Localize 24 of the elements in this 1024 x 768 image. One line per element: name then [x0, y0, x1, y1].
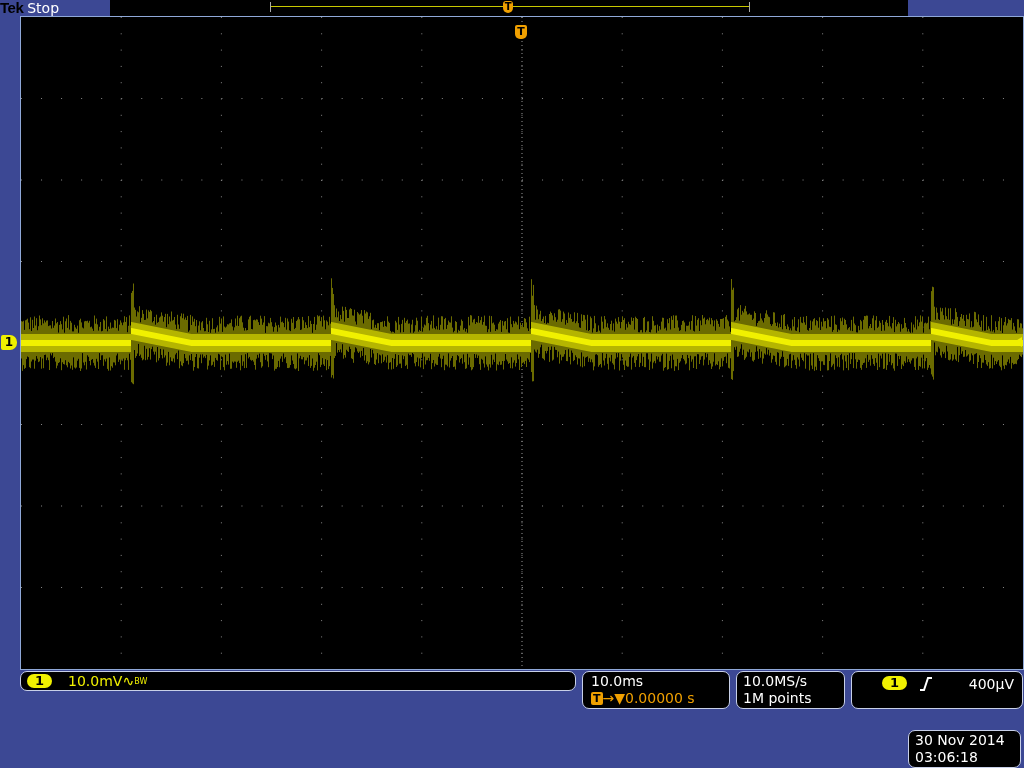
- timebase-readout[interactable]: 10.0ms T→▼0.00000 s: [582, 671, 730, 709]
- channel-badge: 1: [27, 674, 53, 688]
- trigger-level: 400µV: [968, 676, 1014, 693]
- acquisition-status: Stop: [27, 0, 60, 16]
- trigger-badge: T: [591, 692, 603, 705]
- trigger-readout[interactable]: 1 400µV: [851, 671, 1023, 709]
- trigger-position-marker: T: [503, 1, 514, 13]
- record-length: 1M points: [743, 690, 813, 707]
- time-text: 03:06:18: [915, 749, 979, 766]
- coupling-symbol: ∿: [122, 673, 135, 689]
- trigger-source-badge: 1: [882, 676, 908, 690]
- vertical-scale: 10.0mV: [68, 673, 123, 689]
- sample-rate: 10.0MS/s: [743, 673, 809, 690]
- bandwidth-limit-mark: BW: [134, 676, 148, 688]
- trigger-level-arrow-icon: [1014, 337, 1023, 347]
- horizontal-scale: 10.0ms: [591, 673, 645, 690]
- channel-marker[interactable]: 1: [1, 335, 17, 350]
- delay-arrows: →▼: [602, 690, 625, 707]
- brand-logo: Tek: [0, 0, 24, 16]
- horizontal-delay: 0.00000 s: [625, 690, 695, 707]
- date-text: 30 Nov 2014: [915, 732, 1006, 749]
- channel-readout[interactable]: 1 10.0mV∿BW: [20, 671, 576, 691]
- acquisition-readout[interactable]: 10.0MS/s 1M points: [736, 671, 845, 709]
- trigger-position-marker[interactable]: T: [515, 25, 527, 39]
